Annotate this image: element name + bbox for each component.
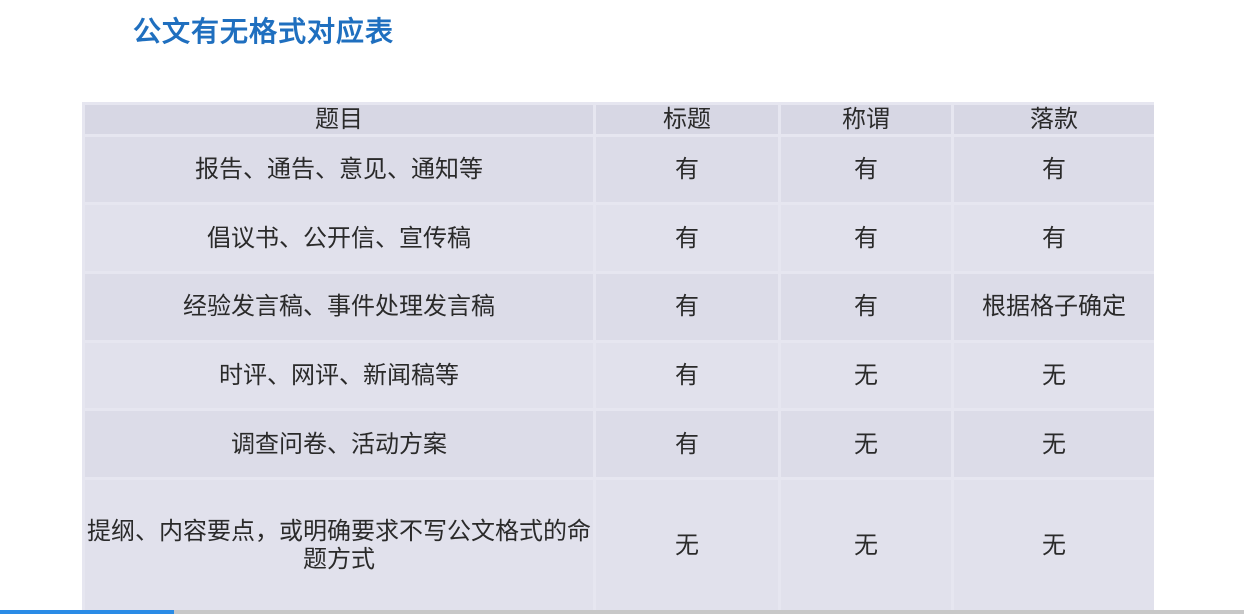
table-cell: 根据格子确定 (954, 273, 1154, 340)
video-progress-track[interactable] (0, 610, 1244, 614)
table-cell: 有 (596, 342, 778, 409)
table-cell: 有 (954, 136, 1154, 203)
table-row: 调查问卷、活动方案 有 无 无 (85, 411, 1154, 477)
table-cell: 无 (781, 342, 951, 409)
slide-title: 公文有无格式对应表 (133, 15, 395, 48)
table-cell: 无 (954, 479, 1154, 611)
table-cell: 有 (781, 273, 951, 340)
table-cell: 无 (781, 411, 951, 477)
video-progress-fill[interactable] (0, 610, 175, 614)
table-row: 提纲、内容要点，或明确要求不写公文格式的命题方式 无 无 无 (85, 479, 1154, 611)
table-cell: 无 (954, 411, 1154, 477)
table-row: 时评、网评、新闻稿等 有 无 无 (85, 342, 1154, 409)
table-cell: 有 (596, 205, 778, 271)
table-cell: 经验发言稿、事件处理发言稿 (85, 273, 593, 340)
table-cell: 有 (596, 411, 778, 477)
header-cell-salutation: 称谓 (781, 105, 951, 134)
table-row: 报告、通告、意见、通知等 有 有 有 (85, 136, 1154, 203)
table-cell: 倡议书、公开信、宣传稿 (85, 205, 593, 271)
table-cell: 无 (954, 342, 1154, 409)
format-table: 题目 标题 称谓 落款 报告、通告、意见、通知等 有 有 有 倡议书、公开信、宣… (82, 102, 1154, 614)
table-cell: 无 (596, 479, 778, 611)
table-cell: 提纲、内容要点，或明确要求不写公文格式的命题方式 (85, 479, 593, 611)
table-cell: 时评、网评、新闻稿等 (85, 342, 593, 409)
table-cell: 有 (781, 136, 951, 203)
table-header-row: 题目 标题 称谓 落款 (85, 105, 1154, 134)
header-cell-topic: 题目 (85, 105, 593, 134)
table-row: 倡议书、公开信、宣传稿 有 有 有 (85, 205, 1154, 271)
table-cell: 报告、通告、意见、通知等 (85, 136, 593, 203)
table-cell: 有 (596, 136, 778, 203)
table-cell: 有 (954, 205, 1154, 271)
table-cell: 调查问卷、活动方案 (85, 411, 593, 477)
table-cell: 无 (781, 479, 951, 611)
table-cell: 有 (596, 273, 778, 340)
table-cell: 有 (781, 205, 951, 271)
header-cell-title: 标题 (596, 105, 778, 134)
header-cell-signature: 落款 (954, 105, 1154, 134)
table-row: 经验发言稿、事件处理发言稿 有 有 根据格子确定 (85, 273, 1154, 340)
